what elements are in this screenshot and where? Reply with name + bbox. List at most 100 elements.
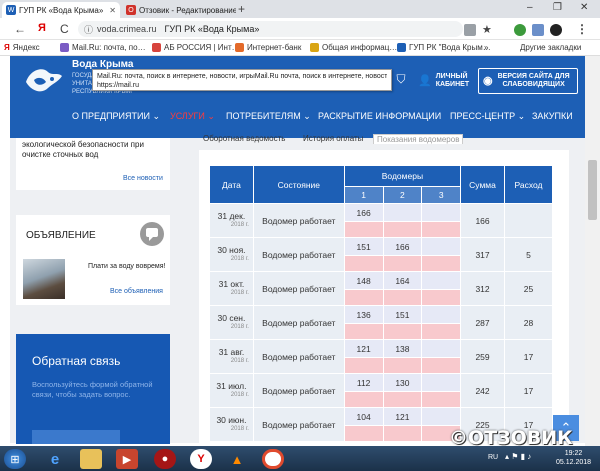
- nav-press-center[interactable]: ПРЕСС-ЦЕНТР ⌄: [450, 111, 525, 122]
- cell-sum: 166: [461, 204, 504, 237]
- cell-date: 30 июн. 2018 г.: [210, 408, 253, 441]
- cell-meter-3-input: [422, 324, 461, 339]
- cell-meter-2: 121: [383, 408, 422, 425]
- account-subtabs: Оборотная ведомость История оплаты Показ…: [199, 132, 569, 148]
- site-info-icon[interactable]: ⓘ: [84, 23, 93, 36]
- announcement-title: ОБЪЯВЛЕНИЕ: [26, 230, 96, 241]
- cell-usage: 17: [504, 340, 552, 373]
- chrome-icon[interactable]: [262, 449, 284, 469]
- scrollbar-thumb[interactable]: [588, 160, 597, 220]
- cell-state: Водомер работает: [253, 204, 344, 237]
- cell-meter-2: 151: [383, 306, 422, 323]
- table-row: 31 окт. 2018 г. Водомер работает 148 164 312 2…: [210, 272, 552, 305]
- announcement-photo[interactable]: [23, 259, 65, 299]
- cell-meter-2-input: [383, 256, 422, 271]
- file-explorer-icon[interactable]: [80, 449, 102, 469]
- cell-meter-2-input: [383, 222, 422, 237]
- vision-label: ВЕРСИЯ САЙТА ДЛЯ СЛАБОВИДЯЩИХ: [497, 73, 570, 88]
- mail-extension-icon[interactable]: [532, 24, 544, 36]
- browser-tab-voda[interactable]: W ГУП РК «Вода Крыма» ✕: [2, 2, 120, 18]
- nav-disclosure[interactable]: РАСКРЫТИЕ ИНФОРМАЦИИ: [318, 111, 441, 121]
- browser-menu-icon[interactable]: ⋮: [576, 22, 588, 36]
- col-meter-2: 2: [383, 187, 422, 203]
- shield-icon[interactable]: ⛉: [392, 72, 410, 90]
- date-year: 2018 г.: [230, 289, 249, 296]
- vlc-icon[interactable]: ▲: [226, 449, 248, 469]
- tooltip-title: Mail.Ru: почта, поиск в интернете, новос…: [97, 73, 387, 80]
- opera-extension-icon[interactable]: [550, 24, 562, 36]
- tab-payment-history[interactable]: История оплаты: [303, 134, 363, 143]
- url-input[interactable]: ⓘ voda.crimea.ru ГУП РК «Вода Крыма»: [78, 21, 463, 37]
- tab-label: Отзовик - Редактирование: [139, 5, 236, 15]
- low-vision-version-button[interactable]: ◉ ВЕРСИЯ САЙТА ДЛЯ СЛАБОВИДЯЩИХ: [478, 68, 578, 94]
- bookmark-internet-bank[interactable]: Интернет-банк: [235, 43, 301, 52]
- crimea-water-logo-icon[interactable]: [22, 62, 66, 102]
- green-extension-icon[interactable]: [514, 24, 526, 36]
- bookmark-ab-russia[interactable]: АБ РОССИЯ | Инт…: [152, 43, 240, 52]
- bookmark-general-info[interactable]: Общая информац…: [310, 43, 397, 52]
- start-button-icon[interactable]: ⊞: [4, 449, 26, 469]
- date-day: 31 окт.: [218, 278, 245, 289]
- other-bookmarks-folder[interactable]: Другие закладки: [520, 43, 581, 52]
- bookmarks-overflow-button[interactable]: »: [484, 43, 488, 52]
- app-icon[interactable]: ●: [154, 449, 176, 469]
- maximize-icon[interactable]: ❐: [553, 2, 562, 13]
- yandex-browser-icon[interactable]: Y: [190, 449, 212, 469]
- cell-state: Водомер работает: [253, 306, 344, 339]
- close-tab-icon[interactable]: ✕: [106, 6, 116, 15]
- table-row: 31 июл. 2018 г. Водомер работает 112 130 242 1…: [210, 374, 552, 407]
- all-announcements-link[interactable]: Все объявления: [110, 288, 163, 295]
- browser-tab-otzovik[interactable]: O Отзовик - Редактирование ✕: [122, 2, 236, 18]
- reload-icon[interactable]: C: [60, 22, 69, 36]
- bookmark-star-icon[interactable]: ★: [482, 23, 492, 36]
- nav-purchases[interactable]: ЗАКУПКИ: [532, 111, 573, 121]
- tab-meter-readings[interactable]: Показания водомеров: [373, 134, 464, 144]
- cell-meter-1: 151: [344, 238, 383, 255]
- minimize-icon[interactable]: –: [527, 2, 533, 13]
- address-bar: ← Я C ⓘ voda.crimea.ru ГУП РК «Вода Крым…: [0, 18, 600, 40]
- bookmark-yandex[interactable]: Я Яндекс: [4, 43, 40, 52]
- media-player-icon[interactable]: ▶: [116, 449, 138, 469]
- page-title-in-bar: ГУП РК «Вода Крыма»: [164, 24, 260, 34]
- date-day: 31 дек.: [217, 210, 246, 221]
- new-tab-button[interactable]: +: [238, 2, 245, 16]
- cell-meter-3: [422, 204, 461, 221]
- cell-meter-2: [383, 204, 422, 221]
- cell-state: Водомер работает: [253, 340, 344, 373]
- cell-meter-1-input: [344, 256, 383, 271]
- bookmark-mailru[interactable]: Mail.Ru: почта, по…: [60, 43, 146, 52]
- cell-meter-3-input: [422, 222, 461, 237]
- all-news-link[interactable]: Все новости: [123, 175, 163, 182]
- taskbar-clock[interactable]: 19:22 05.12.2018: [556, 449, 591, 467]
- feedback-text: Воспользуйтесь формой обратной связи, чт…: [32, 380, 153, 399]
- table-row: 31 авг. 2018 г. Водомер работает 121 138 259 1…: [210, 340, 552, 373]
- cabinet-label: ЛИЧНЫЙ КАБИНЕТ: [435, 73, 470, 88]
- info-icon: [310, 43, 319, 52]
- announcement-text[interactable]: Плати за воду вовремя!: [88, 262, 168, 271]
- feedback-button[interactable]: [32, 430, 120, 444]
- date-year: 2018 г.: [230, 323, 249, 330]
- cell-meter-2: 166: [383, 238, 422, 255]
- yandex-forward-icon[interactable]: Я: [38, 22, 46, 34]
- close-window-icon[interactable]: ✕: [580, 2, 588, 13]
- back-arrow-icon[interactable]: ←: [14, 22, 26, 36]
- eye-icon: ◉: [483, 75, 493, 87]
- nav-about[interactable]: О ПРЕДПРИЯТИИ ⌄: [72, 111, 160, 122]
- tab-turnover-statement[interactable]: Оборотная ведомость: [203, 134, 285, 143]
- col-state: Состояние: [253, 166, 344, 203]
- bookmark-voda-krym[interactable]: ГУП РК "Вода Крым…: [397, 43, 491, 52]
- cell-meter-3: [422, 272, 461, 289]
- internet-explorer-icon[interactable]: e: [44, 449, 66, 469]
- extension-icon[interactable]: [464, 24, 476, 36]
- personal-cabinet-button[interactable]: 👤 ЛИЧНЫЙ КАБИНЕТ: [418, 70, 474, 92]
- page-scrollbar[interactable]: [585, 56, 600, 446]
- nav-consumers[interactable]: ПОТРЕБИТЕЛЯМ ⌄: [226, 111, 311, 122]
- yandex-icon: Я: [4, 43, 10, 52]
- nav-services[interactable]: УСЛУГИ ⌄: [170, 111, 215, 122]
- cell-meter-1: 136: [344, 306, 383, 323]
- news-item-text[interactable]: экологической безопасности при очистке с…: [22, 140, 162, 160]
- cell-meter-1: 166: [344, 204, 383, 221]
- tray-icons[interactable]: ▴ ⚑ ▮ ♪: [505, 452, 531, 461]
- language-indicator[interactable]: RU: [488, 454, 498, 461]
- bookmarks-bar: Я Яндекс Mail.Ru: почта, по… АБ РОССИЯ | …: [0, 40, 600, 56]
